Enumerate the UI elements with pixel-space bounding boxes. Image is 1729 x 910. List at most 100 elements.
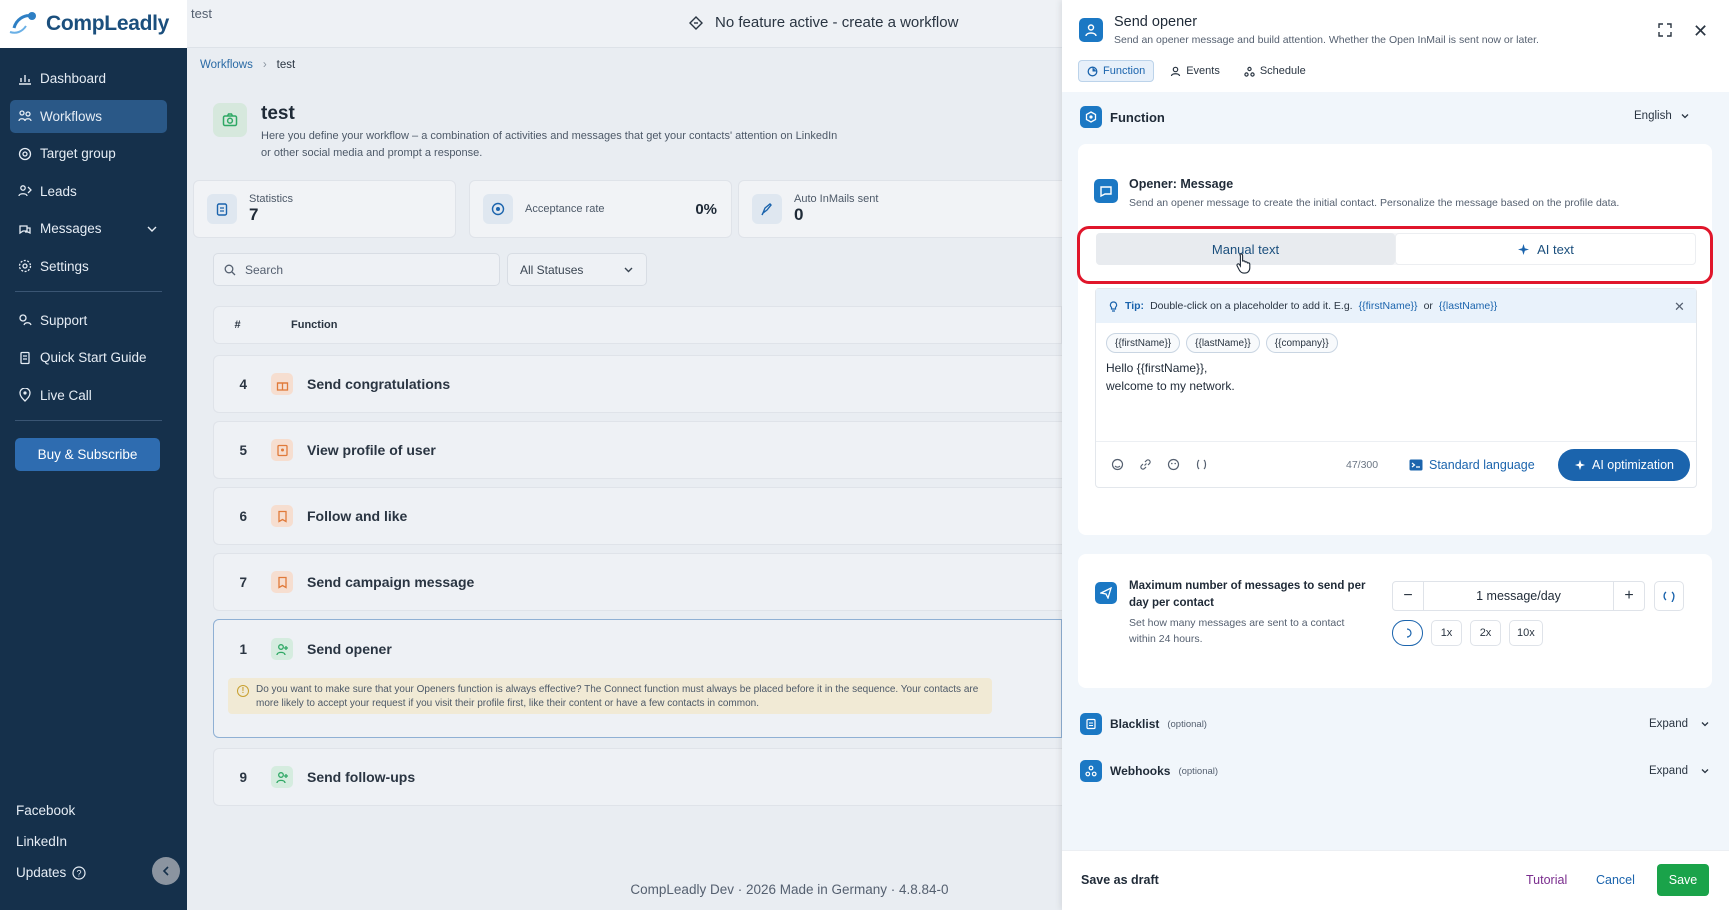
sidebar-item-messages[interactable]: Messages (10, 212, 167, 245)
breadcrumb-workflows[interactable]: Workflows (200, 59, 253, 71)
message-textarea[interactable]: Hello {{firstName}}, welcome to my netwo… (1106, 359, 1235, 395)
decrement-button[interactable]: − (1393, 582, 1424, 610)
page-description: Here you define your workflow – a combin… (261, 130, 838, 159)
function-icon (1080, 106, 1102, 128)
logo[interactable]: CompLeadly (0, 0, 187, 48)
sidebar-item-workflows[interactable]: Workflows (10, 99, 167, 133)
function-section-title: Function (1110, 109, 1165, 125)
messages-per-day-value[interactable]: 1 message/day (1424, 589, 1613, 603)
facebook-link[interactable]: Facebook (16, 795, 86, 826)
table-row[interactable]: 7 Send campaign message (213, 553, 1062, 611)
blacklist-section[interactable]: Blacklist (optional) Expand (1080, 713, 1710, 735)
preset-10x[interactable]: 10x (1509, 620, 1543, 646)
sidebar-nav: Dashboard Workflows Target group Leads M… (10, 62, 167, 433)
webhooks-section[interactable]: Webhooks (optional) Expand (1080, 760, 1710, 782)
emoji-icon[interactable] (1111, 458, 1124, 471)
placeholder-chip[interactable]: {{firstName}} (1106, 333, 1181, 353)
code-brackets-icon (1663, 591, 1675, 602)
save-as-draft-button[interactable]: Save as draft (1081, 873, 1159, 887)
sidebar-item-support[interactable]: Support (10, 304, 167, 337)
stat-value: 0 (794, 205, 804, 224)
placeholder-chip[interactable]: {{company}} (1265, 333, 1338, 353)
sidebar-divider (15, 419, 162, 421)
workspace-name: test (191, 6, 212, 21)
standard-language-label: Standard language (1429, 457, 1535, 472)
breadcrumb-current: test (276, 59, 296, 71)
sidebar: CompLeadly Dashboard Workflows Target gr… (0, 0, 187, 910)
send-icon (1095, 582, 1117, 604)
sidebar-item-label: Settings (40, 258, 89, 274)
standard-language-button[interactable]: Standard language (1409, 458, 1535, 472)
preset-2x[interactable]: 2x (1470, 620, 1501, 646)
link-icon[interactable] (1139, 458, 1152, 471)
placeholder-chips: {{firstName}} {{lastName}} {{company}} (1106, 333, 1338, 353)
sidebar-item-label: Leads (40, 183, 77, 199)
reset-button[interactable] (1654, 581, 1684, 611)
cancel-button[interactable]: Cancel (1596, 873, 1635, 887)
stat-auto-inmails: Auto InMails sent 0 (738, 180, 1068, 238)
table-row[interactable]: 9 Send follow-ups (213, 748, 1062, 806)
row-number: 1 (239, 641, 247, 657)
opener-subtitle: Send an opener message to create the ini… (1129, 197, 1620, 209)
tutorial-link[interactable]: Tutorial (1526, 873, 1567, 887)
schedule-icon (1244, 66, 1255, 77)
linkedin-link[interactable]: LinkedIn (16, 826, 86, 857)
camera-icon (213, 103, 247, 137)
breadcrumb: Workflows › test (200, 59, 295, 71)
sidebar-item-settings[interactable]: Settings (10, 250, 167, 283)
tab-schedule[interactable]: Schedule (1236, 60, 1314, 82)
row-label: Send opener (307, 641, 392, 657)
sidebar-item-dashboard[interactable]: Dashboard (10, 62, 167, 95)
sidebar-divider (15, 290, 162, 292)
gift-icon (271, 373, 293, 395)
placeholder-chip[interactable]: {{lastName}} (1186, 333, 1260, 353)
max-messages-title: Maximum number of messages to send per d… (1129, 580, 1366, 609)
tab-events[interactable]: Events (1162, 60, 1228, 82)
sidebar-item-live-call[interactable]: Live Call (10, 379, 167, 412)
close-tip-icon[interactable]: ✕ (1674, 299, 1685, 315)
preset-1x[interactable]: 1x (1431, 620, 1462, 646)
stat-label: Statistics (249, 193, 294, 205)
collapse-sidebar-button[interactable] (152, 857, 180, 885)
chevron-left-icon (162, 866, 169, 876)
function-section-header: Function (1080, 106, 1710, 128)
expand-toggle[interactable]: Expand (1649, 765, 1710, 777)
table-row-selected[interactable]: 1 Send opener ! Do you want to make sure… (213, 619, 1062, 738)
search-icon (224, 264, 236, 275)
optional-tag: (optional) (1167, 718, 1207, 730)
status-filter-select[interactable]: All Statuses (507, 253, 647, 286)
tip-banner: Tip: Double-click on a placeholder to ad… (1096, 289, 1696, 323)
panel-header: Send opener Send an opener message and b… (1062, 0, 1729, 92)
table-row[interactable]: 4 Send congratulations (213, 355, 1062, 413)
lightbulb-icon (1109, 300, 1118, 312)
save-button[interactable]: Save (1657, 864, 1709, 896)
sidebar-item-quick-start-guide[interactable]: Quick Start Guide (10, 341, 167, 374)
table-header: # Function (213, 306, 1062, 344)
row-number: 7 (239, 574, 247, 590)
row-number: 9 (239, 769, 247, 785)
preset-custom[interactable] (1392, 620, 1423, 646)
updates-link[interactable]: Updates ? (16, 857, 86, 888)
close-icon[interactable]: ✕ (1693, 21, 1708, 42)
search-input[interactable]: Search (213, 253, 500, 286)
updates-label: Updates (16, 865, 67, 880)
row-number: 6 (239, 508, 247, 524)
variables-icon[interactable] (1195, 458, 1208, 471)
support-icon (19, 314, 32, 326)
expand-toggle[interactable]: Expand (1649, 718, 1710, 730)
increment-button[interactable]: + (1613, 582, 1644, 610)
panel-tabs: Function Events Schedule (1078, 60, 1314, 82)
campaign-icon (271, 571, 293, 593)
expand-icon[interactable] (1658, 23, 1672, 37)
language-select[interactable]: English (1634, 110, 1690, 122)
opener-title: Opener: Message (1129, 177, 1234, 191)
tab-function[interactable]: Function (1078, 60, 1155, 82)
sidebar-item-leads[interactable]: Leads (10, 175, 167, 208)
table-row[interactable]: 6 Follow and like (213, 487, 1062, 545)
buy-subscribe-button[interactable]: Buy & Subscribe (15, 438, 160, 471)
sidebar-item-target-group[interactable]: Target group (10, 137, 167, 170)
table-row[interactable]: 5 View profile of user (213, 421, 1062, 479)
panel-title: Send opener (1114, 14, 1198, 30)
ai-optimization-button[interactable]: AI optimization (1558, 449, 1690, 481)
sticker-icon[interactable] (1167, 458, 1180, 471)
